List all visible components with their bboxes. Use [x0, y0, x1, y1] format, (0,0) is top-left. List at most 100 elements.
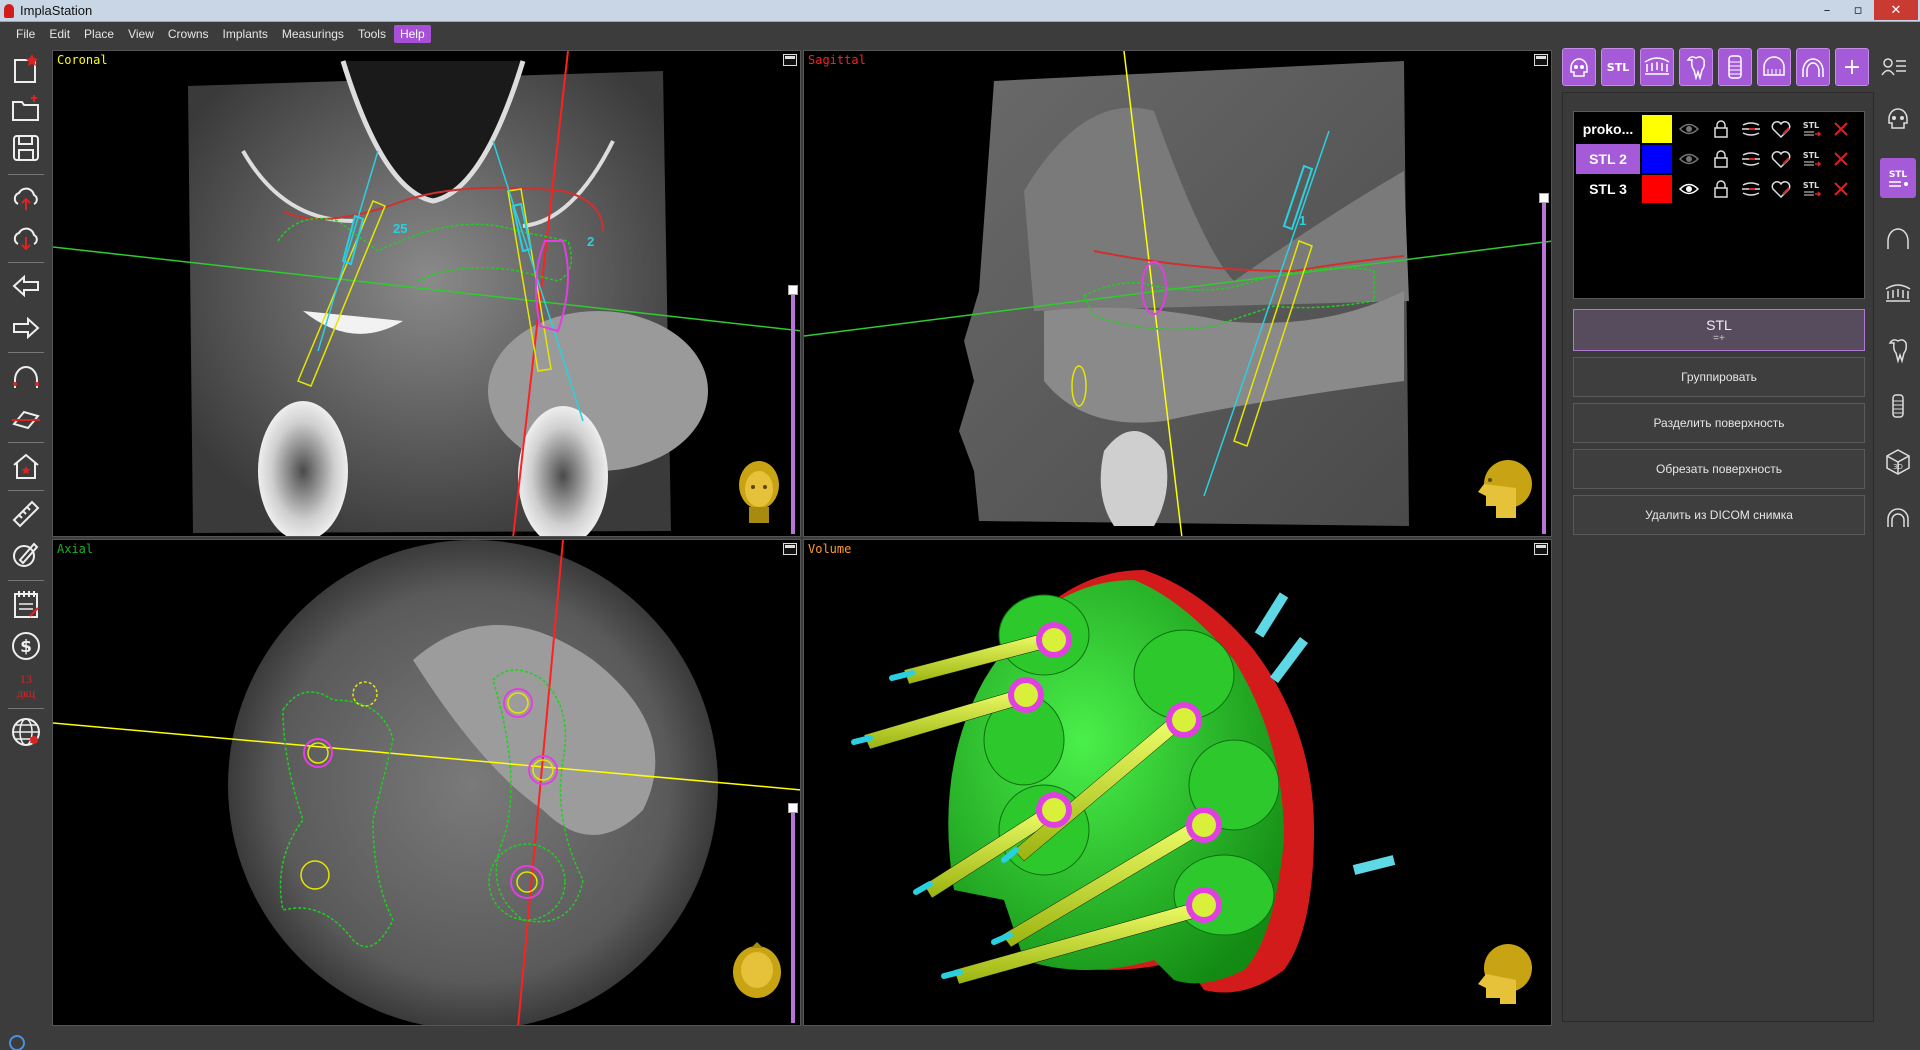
- axial-maximize-button[interactable]: [783, 543, 797, 555]
- layer-name[interactable]: proko...: [1576, 114, 1640, 144]
- head-orientation-icon[interactable]: [729, 940, 785, 1002]
- layer-row-stl-2[interactable]: STL 2 STL: [1576, 144, 1864, 174]
- implant-icon[interactable]: [1880, 386, 1916, 426]
- skull-view-button[interactable]: [1562, 48, 1596, 86]
- layer-row-stl-3[interactable]: STL 3 STL: [1576, 174, 1864, 204]
- layer-row-prokop[interactable]: proko... STL: [1576, 114, 1864, 144]
- head-orientation-icon[interactable]: [1474, 456, 1534, 524]
- sagittal-viewport[interactable]: Sagittal 1: [803, 50, 1552, 537]
- menu-tools[interactable]: Tools: [352, 25, 392, 43]
- arch-curve-icon[interactable]: [6, 358, 46, 394]
- cloud-upload-icon[interactable]: [6, 180, 46, 216]
- layer-name[interactable]: STL 2: [1576, 144, 1640, 174]
- lock-icon[interactable]: [1710, 119, 1732, 139]
- redo-arrow-icon[interactable]: [6, 310, 46, 346]
- axial-slider-handle[interactable]: [788, 803, 798, 813]
- axial-slice-slider[interactable]: [791, 807, 795, 1023]
- globe-icon[interactable]: [6, 714, 46, 750]
- cut-surface-icon[interactable]: [1740, 179, 1762, 199]
- skull-icon[interactable]: [1880, 98, 1916, 138]
- implant-marker-1: 1: [1299, 213, 1307, 228]
- head-orientation-icon[interactable]: [733, 459, 785, 525]
- sagittal-ct-scan: [804, 51, 1551, 536]
- eye-hidden-icon[interactable]: [1678, 119, 1700, 139]
- left-toolbar: $ 13 дкц: [0, 48, 52, 1048]
- heal-icon[interactable]: [1770, 149, 1792, 169]
- arch-icon[interactable]: [1880, 218, 1916, 258]
- cube-3d-icon[interactable]: 3D: [1880, 442, 1916, 482]
- delete-layer-icon[interactable]: [1830, 119, 1852, 139]
- status-bar: [0, 1032, 1920, 1050]
- menu-crowns[interactable]: Crowns: [162, 25, 215, 43]
- menu-help[interactable]: Help: [393, 25, 431, 43]
- maximize-button[interactable]: ▫: [1843, 0, 1873, 20]
- menu-implants[interactable]: Implants: [217, 25, 274, 43]
- home-view-icon[interactable]: [6, 448, 46, 484]
- axial-viewport[interactable]: Axial: [52, 539, 801, 1026]
- stl-export-icon[interactable]: STL: [1800, 119, 1822, 139]
- open-folder-icon[interactable]: [6, 90, 46, 126]
- layer-color-swatch[interactable]: [1642, 145, 1672, 173]
- eye-visible-icon[interactable]: [1678, 179, 1700, 199]
- arch-button[interactable]: [1796, 48, 1830, 86]
- delete-layer-icon[interactable]: [1830, 149, 1852, 169]
- menu-edit[interactable]: Edit: [43, 25, 76, 43]
- sagittal-slice-slider[interactable]: [1542, 197, 1546, 534]
- teeth-row-icon[interactable]: [1880, 274, 1916, 314]
- save-icon[interactable]: [6, 130, 46, 166]
- heal-icon[interactable]: [1770, 119, 1792, 139]
- eye-hidden-icon[interactable]: [1678, 149, 1700, 169]
- coronal-viewport[interactable]: Coronal 25 2: [52, 50, 801, 537]
- report-icon[interactable]: [6, 586, 46, 622]
- heal-icon[interactable]: [1770, 179, 1792, 199]
- guide-button[interactable]: [1757, 48, 1791, 86]
- remove-from-dicom-button[interactable]: Удалить из DICOM снимка: [1573, 495, 1865, 535]
- volume-maximize-button[interactable]: [1534, 543, 1548, 555]
- delete-layer-icon[interactable]: [1830, 179, 1852, 199]
- user-list-icon[interactable]: [1874, 48, 1914, 86]
- implant-marker-25: 25: [393, 221, 408, 236]
- split-surface-button[interactable]: Разделить поверхность: [1573, 403, 1865, 443]
- close-button[interactable]: ✕: [1874, 0, 1918, 20]
- stl-tool-button[interactable]: STL: [1601, 48, 1635, 86]
- stl-export-icon[interactable]: STL: [1800, 149, 1822, 169]
- coronal-slice-slider[interactable]: [791, 289, 795, 534]
- stl-import-button[interactable]: STL =+: [1573, 309, 1865, 351]
- stl-icon[interactable]: STL: [1880, 158, 1916, 198]
- sagittal-maximize-button[interactable]: [1534, 54, 1548, 66]
- headphone-arch-icon[interactable]: [1880, 498, 1916, 538]
- undo-arrow-icon[interactable]: [6, 268, 46, 304]
- minimize-button[interactable]: –: [1812, 0, 1842, 20]
- lock-icon[interactable]: [1710, 149, 1732, 169]
- cut-surface-icon[interactable]: [1740, 119, 1762, 139]
- menu-file[interactable]: File: [10, 25, 41, 43]
- cut-plane-icon[interactable]: [6, 400, 46, 436]
- sagittal-slider-handle[interactable]: [1539, 193, 1549, 203]
- cut-surface-icon[interactable]: [1740, 149, 1762, 169]
- menu-place[interactable]: Place: [78, 25, 120, 43]
- trim-surface-button[interactable]: Обрезать поверхность: [1573, 449, 1865, 489]
- tooth-icon[interactable]: [1880, 330, 1916, 370]
- stl-export-icon[interactable]: STL: [1800, 179, 1822, 199]
- tooth-button[interactable]: [1679, 48, 1713, 86]
- layer-name[interactable]: STL 3: [1576, 174, 1640, 204]
- group-button[interactable]: Группировать: [1573, 357, 1865, 397]
- coronal-maximize-button[interactable]: [783, 54, 797, 66]
- edit-measure-icon[interactable]: [6, 536, 46, 572]
- menu-measurings[interactable]: Measurings: [276, 25, 350, 43]
- counter-unit: дкц: [16, 686, 36, 700]
- arch-teeth-button[interactable]: [1640, 48, 1674, 86]
- implant-button[interactable]: [1718, 48, 1752, 86]
- head-orientation-icon[interactable]: [1472, 938, 1536, 1004]
- volume-viewport[interactable]: Volume: [803, 539, 1552, 1026]
- add-object-button[interactable]: +: [1835, 48, 1869, 86]
- lock-icon[interactable]: [1710, 179, 1732, 199]
- cloud-download-icon[interactable]: [6, 220, 46, 256]
- layer-color-swatch[interactable]: [1642, 175, 1672, 203]
- price-icon[interactable]: $: [6, 628, 46, 664]
- layer-color-swatch[interactable]: [1642, 115, 1672, 143]
- menu-view[interactable]: View: [122, 25, 160, 43]
- ruler-icon[interactable]: [6, 496, 46, 532]
- coronal-slider-handle[interactable]: [788, 285, 798, 295]
- new-project-icon[interactable]: [6, 50, 46, 86]
